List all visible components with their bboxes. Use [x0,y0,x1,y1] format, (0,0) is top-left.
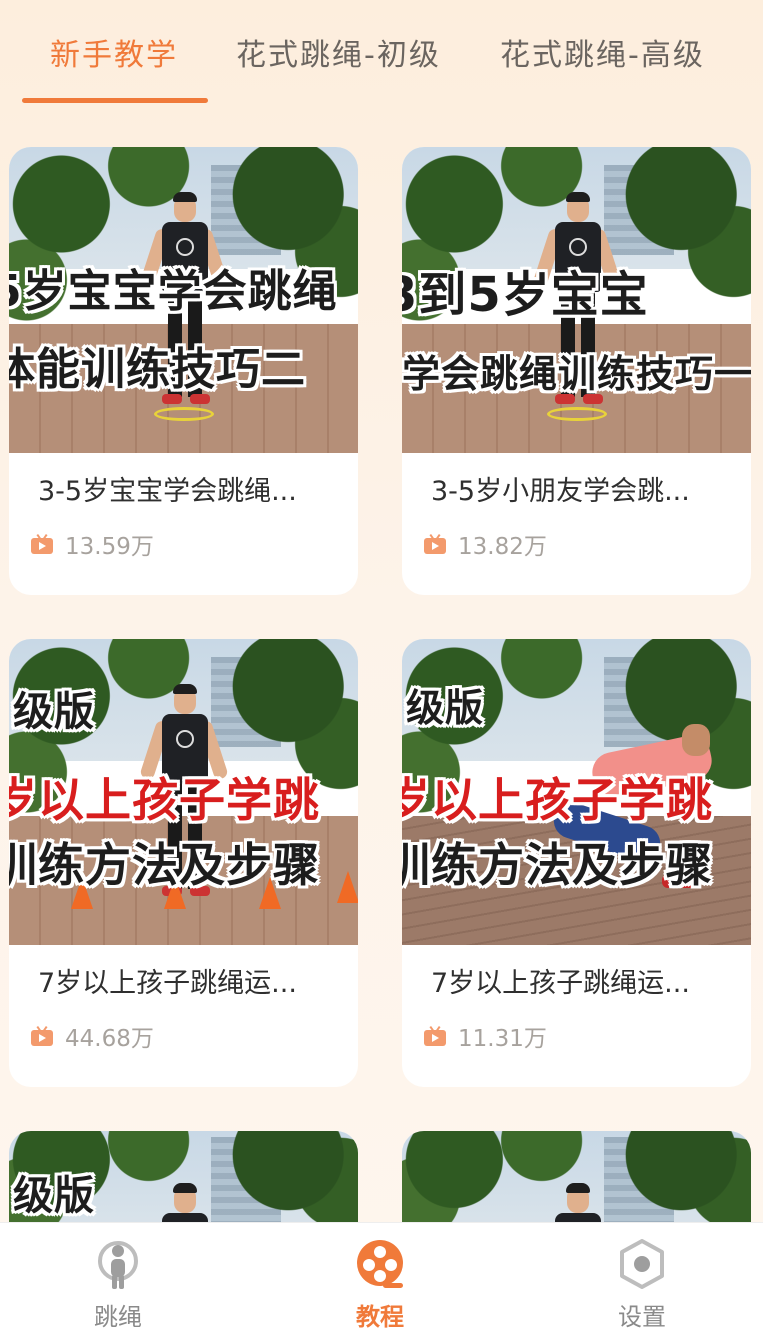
thumbnail-caption: 5岁宝宝学会跳绳 [9,266,338,317]
video-card[interactable]: 5岁宝宝学会跳绳 体能训练技巧二 3-5岁宝宝学会跳绳... 13.59万 [9,147,358,595]
thumbnail-caption: 体能训练技巧二 [9,344,306,395]
video-thumbnail[interactable]: 5岁宝宝学会跳绳 体能训练技巧二 [9,147,358,453]
tab-beginner[interactable]: 新手教学 [50,30,178,74]
video-card[interactable]: 级版 岁以上孩子学跳 训练方法及步骤 7岁以上孩子跳绳运... 11.31万 [402,639,751,1087]
view-count-text: 13.82万 [458,534,547,560]
video-card[interactable]: 3到5岁宝宝 学会跳绳训练技巧一 3-5岁小朋友学会跳... 13.82万 [402,147,751,595]
nav-item-tutorials[interactable]: 教程 [310,1223,450,1336]
video-title: 3-5岁宝宝学会跳绳... [38,476,297,507]
nav-label: 教程 [356,1303,404,1331]
video-title: 7岁以上孩子跳绳运... [38,968,297,999]
video-card[interactable]: 级版 岁以上孩子学跳 训练方法及步骤 7岁以上孩子跳绳运... 44.68万 [9,639,358,1087]
thumbnail-caption: 学会跳绳训练技巧一 [402,352,751,396]
bottom-nav: 跳绳 教程 设置 [0,1222,763,1336]
tv-icon [31,533,53,554]
nav-label: 设置 [618,1303,666,1331]
nav-item-jump-rope[interactable]: 跳绳 [48,1223,188,1336]
film-reel-icon [357,1240,403,1288]
nav-item-settings[interactable]: 设置 [572,1223,712,1336]
video-card[interactable] [402,1131,751,1226]
thumbnail-caption: 训练方法及步骤 [9,838,320,892]
video-thumbnail[interactable]: 级版 岁以上孩子学跳 训练方法及步骤 [402,639,751,945]
video-thumbnail[interactable]: 级版 [9,1131,358,1226]
thumbnail-caption: 级版 [406,686,485,730]
thumbnail-caption: 级版 [13,689,95,735]
view-count: 13.59万 [31,529,154,560]
video-thumbnail[interactable] [402,1131,751,1226]
thumbnail-caption: 岁以上孩子学跳 [402,773,713,827]
tab-fancy-basic[interactable]: 花式跳绳-初级 [236,30,441,74]
tab-fancy-advanced[interactable]: 花式跳绳-高级 [500,30,705,74]
tv-icon [31,1025,53,1046]
view-count-text: 11.31万 [458,1026,547,1052]
category-tabs: 新手教学 花式跳绳-初级 花式跳绳-高级 [0,0,763,110]
active-tab-indicator [22,98,208,103]
nav-label: 跳绳 [94,1303,142,1331]
view-count-text: 44.68万 [65,1026,154,1052]
view-count: 11.31万 [424,1021,547,1052]
video-title: 7岁以上孩子跳绳运... [431,968,690,999]
view-count: 44.68万 [31,1021,154,1052]
tutorial-page: 新手教学 花式跳绳-初级 花式跳绳-高级 5岁宝宝学会跳绳 体能训练技巧二 3-… [0,0,763,1336]
tv-icon [424,1025,446,1046]
thumbnail-caption: 级版 [13,1173,95,1219]
person-icon [98,1241,138,1289]
tv-icon [424,533,446,554]
view-count: 13.82万 [424,529,547,560]
video-thumbnail[interactable]: 3到5岁宝宝 学会跳绳训练技巧一 [402,147,751,453]
video-title: 3-5岁小朋友学会跳... [431,476,690,507]
thumbnail-caption: 岁以上孩子学跳 [9,773,320,827]
video-card[interactable]: 级版 [9,1131,358,1226]
video-thumbnail[interactable]: 级版 岁以上孩子学跳 训练方法及步骤 [9,639,358,945]
view-count-text: 13.59万 [65,534,154,560]
thumbnail-caption: 3到5岁宝宝 [402,267,649,323]
thumbnail-caption: 训练方法及步骤 [402,838,713,892]
settings-hexagon-icon [620,1239,664,1289]
